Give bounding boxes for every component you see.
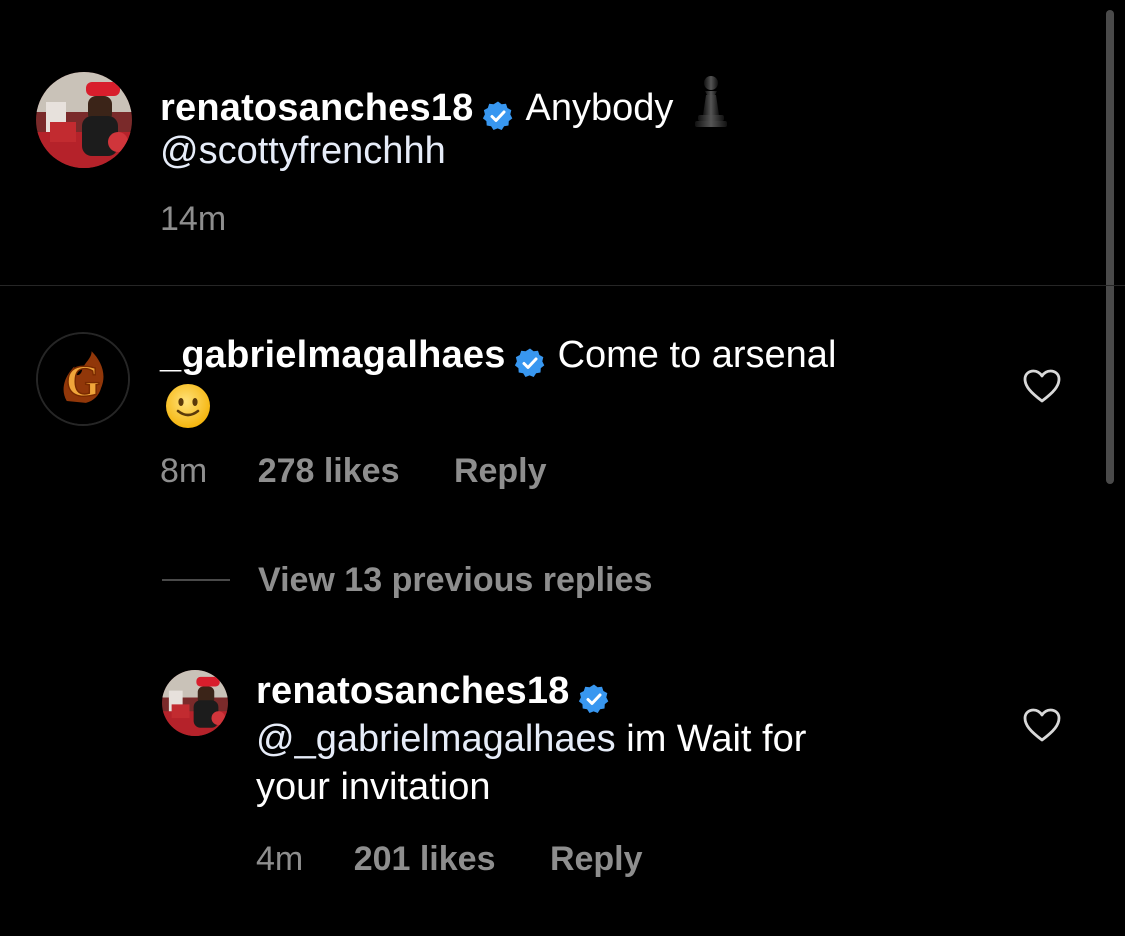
slightly-smiling-face-icon bbox=[164, 382, 212, 430]
replies-divider-line bbox=[162, 579, 230, 581]
username[interactable]: renatosanches18 bbox=[256, 670, 570, 712]
mention-link[interactable]: @scottyfrenchhh bbox=[160, 130, 446, 173]
avatar-renatosanches18[interactable] bbox=[162, 670, 228, 736]
avatar-renatosanches18[interactable] bbox=[36, 72, 132, 168]
like-heart-icon[interactable] bbox=[1022, 707, 1062, 743]
reply-button[interactable]: Reply bbox=[454, 452, 547, 490]
like-heart-icon[interactable] bbox=[1022, 368, 1062, 404]
fire-g-logo-icon: G bbox=[38, 334, 128, 424]
verified-badge-icon bbox=[578, 683, 610, 715]
reply-button[interactable]: Reply bbox=[550, 840, 643, 878]
comment-text: Anybody bbox=[525, 87, 674, 129]
view-previous-replies-button[interactable]: View 13 previous replies bbox=[258, 561, 652, 600]
avatar-gabrielmagalhaes[interactable]: G bbox=[36, 332, 130, 426]
comment-meta-row: 8m 278 likes Reply bbox=[160, 452, 547, 491]
likes-count[interactable]: 278 likes bbox=[258, 452, 400, 490]
likes-count[interactable]: 201 likes bbox=[354, 840, 496, 878]
reply-time: 4m bbox=[256, 840, 304, 878]
comment-time: 14m bbox=[160, 200, 227, 238]
reply-text: im Wait for bbox=[615, 718, 807, 760]
verified-badge-icon bbox=[482, 100, 514, 132]
mention-link[interactable]: @_gabrielmagalhaes bbox=[256, 718, 616, 760]
username[interactable]: _gabrielmagalhaes bbox=[160, 334, 506, 376]
avatar-photo bbox=[162, 670, 228, 736]
reply-meta-row: 4m 201 likes Reply bbox=[256, 840, 643, 879]
reply-text-line: @_gabrielmagalhaes im Wait for bbox=[256, 718, 806, 761]
chess-pawn-icon bbox=[691, 74, 731, 128]
username[interactable]: renatosanches18 bbox=[160, 87, 474, 129]
comment-time: 8m bbox=[160, 452, 208, 490]
divider bbox=[0, 285, 1125, 286]
svg-text:G: G bbox=[66, 356, 100, 405]
comment-header: renatosanches18 Anybody bbox=[160, 74, 731, 132]
avatar-photo bbox=[36, 72, 132, 168]
scrollbar[interactable] bbox=[1106, 10, 1114, 484]
reply-header: renatosanches18 bbox=[256, 670, 622, 715]
comment-text: Come to arsenal bbox=[557, 334, 837, 376]
comment-header: _gabrielmagalhaes Come to arsenal bbox=[160, 334, 836, 379]
reply-text-continued: your invitation bbox=[256, 766, 491, 808]
verified-badge-icon bbox=[514, 347, 546, 379]
